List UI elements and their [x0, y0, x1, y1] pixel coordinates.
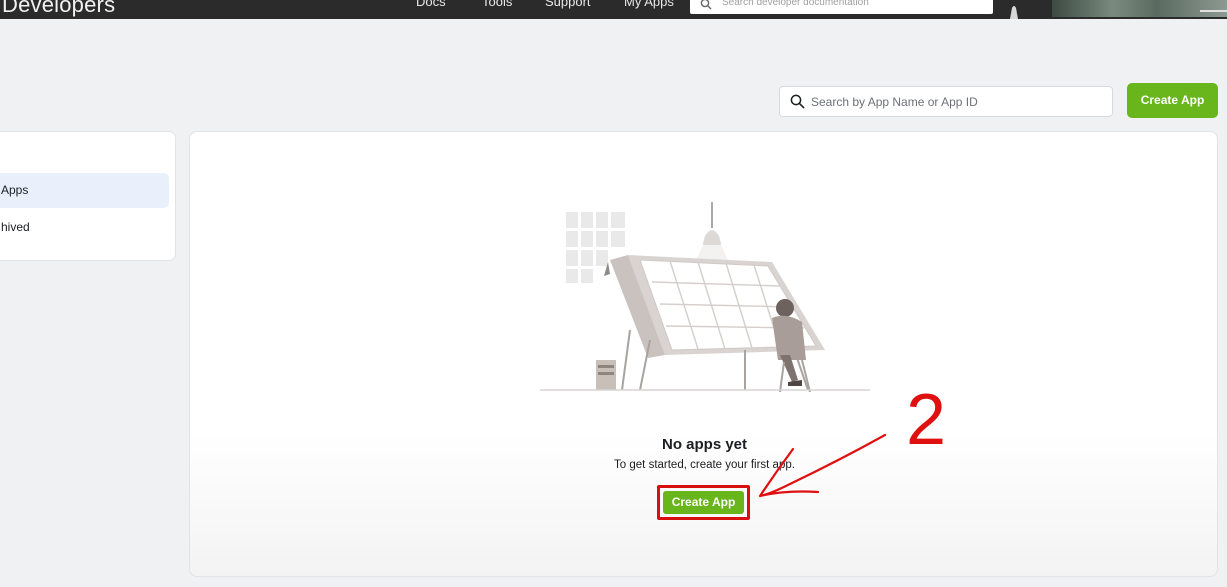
apps-panel: No apps yet To get started, create your …	[189, 131, 1218, 577]
docs-search-placeholder: Search developer documentation	[722, 0, 869, 8]
top-navigation-bar: Developers Docs Tools Support My Apps Se…	[0, 0, 1227, 19]
brand-title[interactable]: Developers	[2, 0, 115, 18]
empty-state-subtitle: To get started, create your first app.	[614, 459, 795, 471]
empty-state-title: No apps yet	[661, 436, 748, 453]
profile-icon[interactable]	[1006, 2, 1022, 19]
app-search-field[interactable]	[779, 86, 1113, 117]
menu-icon[interactable]	[1200, 10, 1227, 12]
sidebar: Apps hived	[0, 131, 176, 261]
highlight-box: Create App	[657, 485, 750, 520]
app-search-input[interactable]	[811, 92, 1106, 112]
account-thumbnail[interactable]	[1052, 0, 1227, 17]
empty-state-illustration	[540, 200, 870, 405]
search-icon	[790, 94, 805, 114]
sidebar-item-archived[interactable]: hived	[0, 210, 169, 245]
sidebar-item-label: hived	[1, 220, 30, 234]
nav-link-tools[interactable]: Tools	[482, 0, 512, 9]
create-app-button[interactable]: Create App	[663, 491, 744, 514]
create-app-button[interactable]: Create App	[1127, 83, 1218, 118]
nav-link-docs[interactable]: Docs	[416, 0, 446, 9]
nav-link-support[interactable]: Support	[545, 0, 591, 9]
nav-link-my-apps[interactable]: My Apps	[624, 0, 674, 9]
search-icon	[700, 0, 712, 15]
sidebar-item-label: Apps	[1, 183, 29, 197]
sidebar-item-apps[interactable]: Apps	[0, 173, 169, 208]
docs-search-field[interactable]: Search developer documentation	[690, 0, 993, 14]
